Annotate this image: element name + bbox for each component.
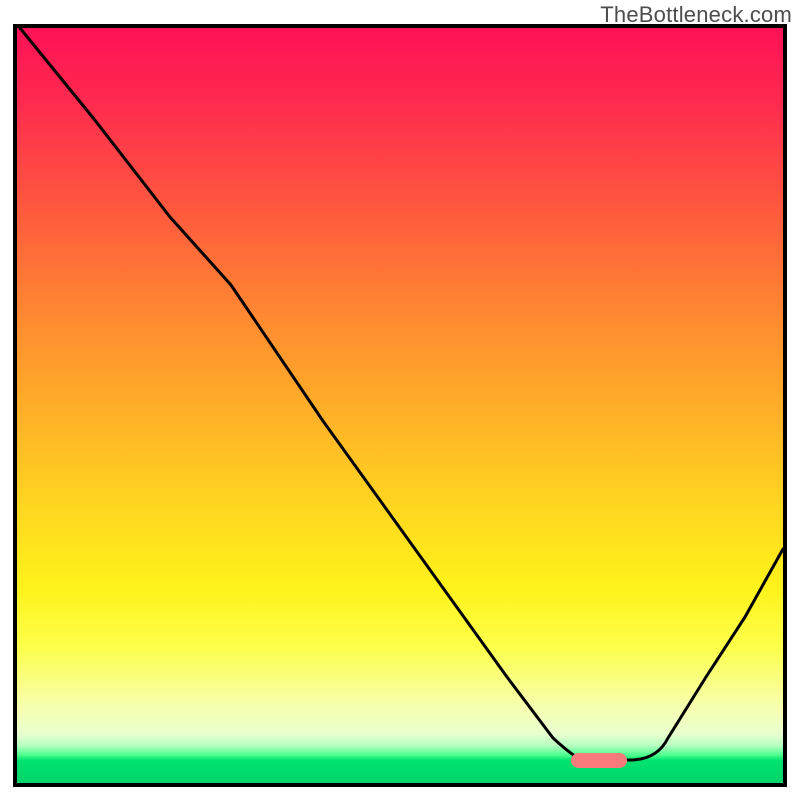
chart-container: TheBottleneck.com	[0, 0, 800, 800]
watermark-text: TheBottleneck.com	[600, 2, 792, 28]
optimal-marker-pill	[571, 753, 627, 767]
bottleneck-curve	[17, 28, 783, 783]
plot-area	[13, 24, 787, 787]
